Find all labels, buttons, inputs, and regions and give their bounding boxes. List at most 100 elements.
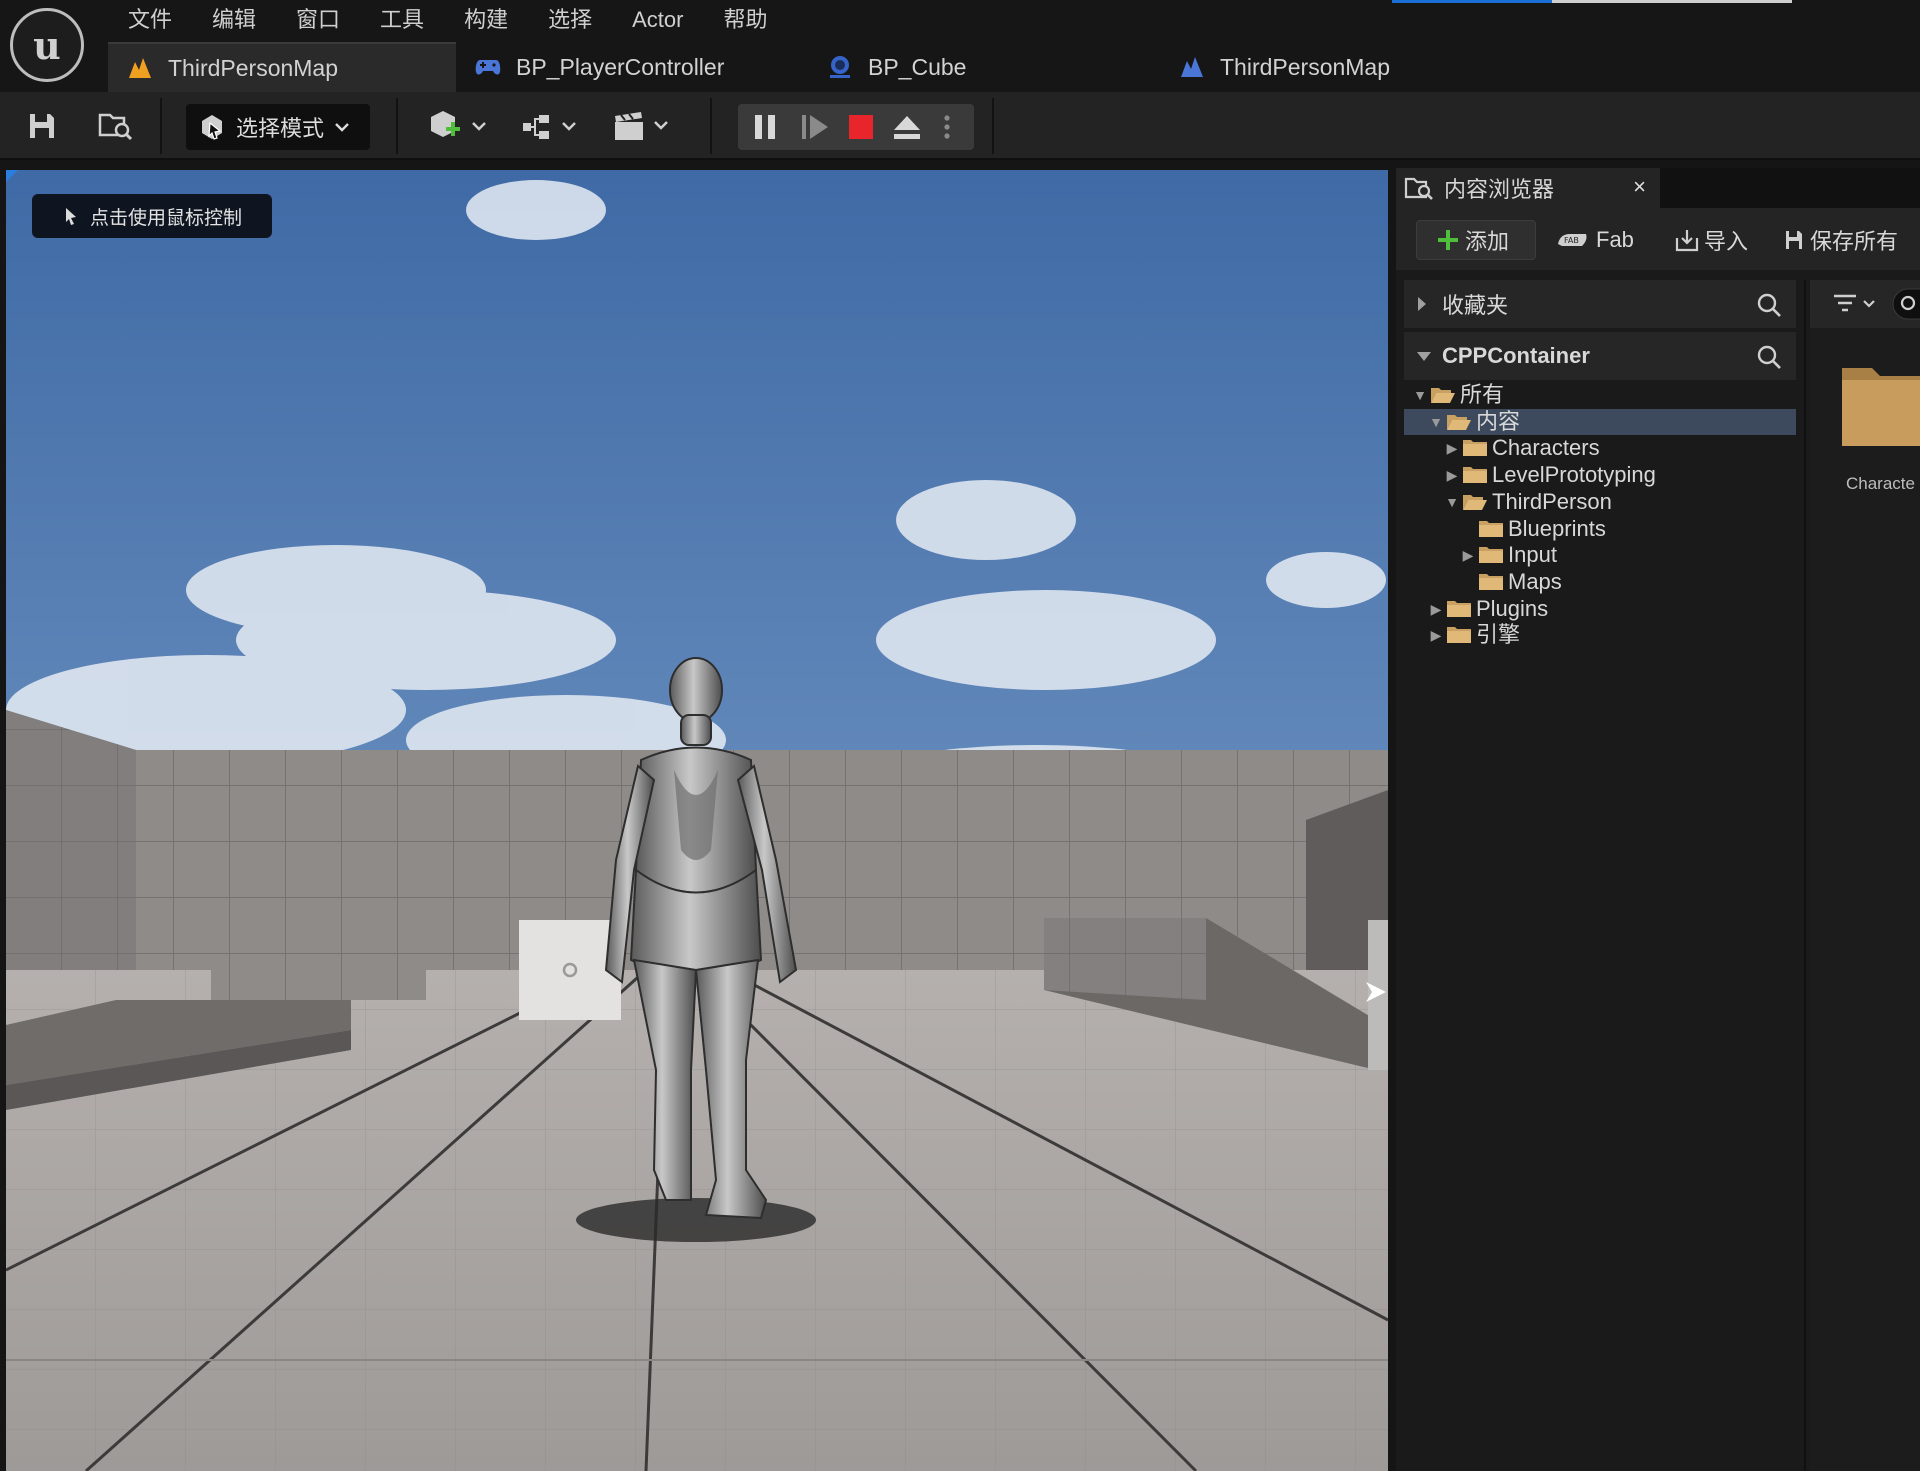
menu-build[interactable]: 构建 (444, 4, 528, 36)
folder-icon (1462, 465, 1488, 485)
browse-icon[interactable] (94, 104, 138, 148)
save-icon[interactable] (20, 104, 64, 148)
tree-item-characters[interactable]: ▶ Characters (1404, 435, 1796, 461)
tree-item-label: 所有 (1460, 382, 1505, 407)
folder-open-icon (1446, 412, 1472, 432)
toolbar-separator (992, 98, 994, 154)
folder-icon (1478, 519, 1504, 539)
pause-icon[interactable] (752, 113, 778, 141)
eject-icon[interactable] (892, 113, 922, 141)
chevron-down-icon[interactable]: ▼ (1428, 411, 1444, 433)
menu-actor[interactable]: Actor (612, 4, 703, 36)
search-icon[interactable] (1892, 288, 1920, 320)
fab-button[interactable]: FAB Fab (1556, 220, 1634, 260)
toolbar-separator (160, 98, 162, 154)
level-icon (126, 54, 154, 82)
menu-edit[interactable]: 编辑 (192, 4, 276, 36)
chevron-down-icon[interactable]: ▼ (1444, 491, 1460, 513)
play-controls (738, 104, 974, 150)
tree-item-所有[interactable]: ▼ 所有 (1404, 382, 1796, 408)
content-browser-icon (1404, 175, 1434, 201)
folder-icon (1446, 599, 1472, 619)
chevron-down-icon (334, 121, 350, 133)
project-header[interactable]: CPPContainer (1404, 332, 1796, 380)
fab-icon: FAB (1556, 230, 1590, 250)
plus-icon (1437, 229, 1459, 251)
tab-label: BP_PlayerController (516, 53, 725, 80)
blueprint-icon[interactable] (520, 104, 584, 148)
tab-bp-playercontroller[interactable]: BP_PlayerController (456, 42, 808, 92)
chevron-right-icon (1416, 296, 1428, 312)
asset-view-toolbar (1810, 280, 1920, 328)
toolbar-separator (710, 98, 712, 154)
close-icon[interactable]: × (1633, 174, 1646, 200)
favorites-header[interactable]: 收藏夹 (1404, 280, 1796, 328)
stop-icon[interactable] (848, 114, 874, 140)
menu-help[interactable]: 帮助 (703, 4, 787, 36)
cinematics-icon[interactable] (612, 104, 676, 148)
add-actor-icon[interactable] (428, 104, 492, 148)
tree-item-内容[interactable]: ▼ 内容 (1404, 408, 1796, 435)
mouse-control-hint[interactable]: 点击使用鼠标控制 (32, 194, 273, 238)
menu-bar: 文件 编辑 窗口 工具 构建 选择 Actor 帮助 (108, 4, 787, 36)
tree-item-levelprototyping[interactable]: ▶ LevelPrototyping (1404, 462, 1796, 488)
tree-item-label: Input (1508, 542, 1557, 568)
tree-item-thirdperson[interactable]: ▼ ThirdPerson (1404, 489, 1796, 515)
menu-file[interactable]: 文件 (108, 4, 192, 36)
chevron-down-icon (1416, 350, 1432, 362)
folder-icon (1462, 438, 1488, 458)
search-icon[interactable] (1756, 344, 1782, 370)
mode-select-dropdown[interactable]: 选择模式 (186, 104, 370, 150)
mode-label: 选择模式 (236, 116, 325, 141)
folder-open-icon (1462, 492, 1488, 512)
tree-item-引擎[interactable]: ▶ 引擎 (1404, 622, 1796, 648)
chevron-right-icon[interactable]: ▶ (1460, 544, 1476, 566)
tab-label: ThirdPersonMap (1220, 53, 1391, 80)
more-icon[interactable] (942, 113, 952, 141)
tab-thirdpersonmap-2[interactable]: ThirdPersonMap (1160, 42, 1420, 92)
add-button[interactable]: 添加 (1416, 220, 1536, 260)
save-all-button[interactable]: 保存所有 (1784, 220, 1898, 260)
unreal-logo-icon[interactable]: u (10, 8, 84, 82)
add-label: 添加 (1465, 229, 1510, 254)
tab-thirdpersonmap[interactable]: ThirdPersonMap (108, 42, 456, 92)
menu-window[interactable]: 窗口 (276, 4, 360, 36)
tree-item-label: 内容 (1476, 408, 1521, 434)
folder-open-icon (1430, 385, 1456, 405)
content-browser-toolbar: 添加 FAB Fab 导入 保存所有 (1396, 208, 1920, 270)
tree-item-blueprints[interactable]: Blueprints (1404, 516, 1796, 542)
step-icon[interactable] (800, 113, 830, 141)
document-tabs: ThirdPersonMap BP_PlayerController BP_Cu… (108, 42, 1420, 92)
svg-text:FAB: FAB (1564, 236, 1579, 245)
chevron-right-icon[interactable]: ▶ (1428, 598, 1444, 620)
folder-thumbnail-label: Characte (1846, 474, 1915, 493)
import-label: 导入 (1704, 229, 1749, 254)
gamepad-icon (474, 53, 502, 81)
tab-bp-cube[interactable]: BP_Cube (808, 42, 1160, 92)
import-icon (1674, 228, 1700, 252)
chevron-right-icon[interactable]: ▶ (1444, 437, 1460, 459)
toolbar-separator (396, 98, 398, 154)
sources-panel: 收藏夹 CPPContainer ▼ 所有 ▼ 内容 ▶ Characters ▶ Level… (1404, 280, 1806, 1471)
folder-icon (1446, 625, 1472, 645)
level-viewport[interactable]: 点击使用鼠标控制 (6, 170, 1388, 1471)
search-icon[interactable] (1756, 292, 1782, 318)
fab-label: Fab (1596, 227, 1634, 252)
viewport-corner-marker (6, 170, 18, 182)
chevron-right-icon[interactable]: ▶ (1444, 464, 1460, 486)
scene-render (6, 170, 1388, 1471)
tree-item-input[interactable]: ▶ Input (1404, 542, 1796, 568)
import-button[interactable]: 导入 (1674, 220, 1748, 260)
tab-label: BP_Cube (868, 53, 967, 80)
chevron-down-icon[interactable]: ▼ (1412, 384, 1428, 406)
tree-item-plugins[interactable]: ▶ Plugins (1404, 596, 1796, 622)
level-icon (1178, 53, 1206, 81)
menu-select[interactable]: 选择 (528, 4, 612, 36)
tree-item-maps[interactable]: Maps (1404, 569, 1796, 595)
chevron-right-icon[interactable]: ▶ (1428, 624, 1444, 646)
tab-content-browser[interactable]: 内容浏览器 × (1396, 168, 1660, 208)
favorites-label: 收藏夹 (1442, 293, 1509, 318)
folder-thumbnail[interactable] (1842, 358, 1920, 446)
menu-tools[interactable]: 工具 (360, 4, 444, 36)
filter-icon[interactable] (1832, 292, 1876, 316)
